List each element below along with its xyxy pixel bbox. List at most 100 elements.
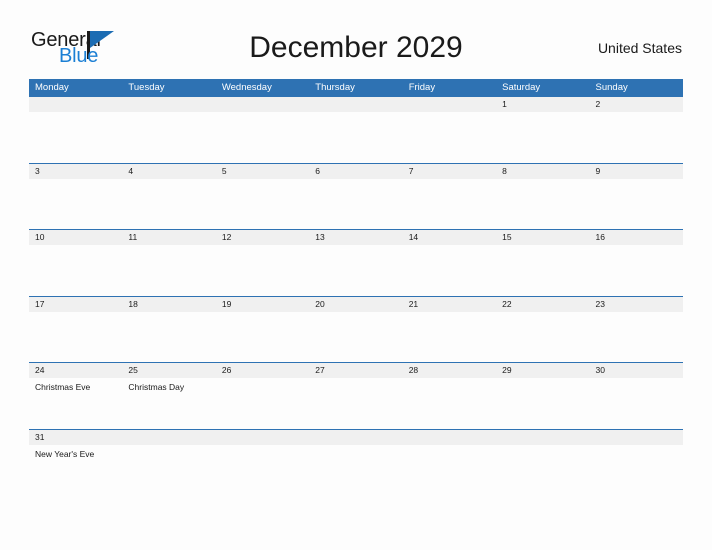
date-number[interactable]: 21 bbox=[403, 297, 496, 312]
date-number[interactable]: 26 bbox=[216, 363, 309, 378]
week-event-area bbox=[29, 112, 683, 163]
date-number[interactable] bbox=[403, 430, 496, 445]
date-number[interactable] bbox=[590, 430, 683, 445]
day-cell[interactable] bbox=[590, 112, 683, 163]
date-number[interactable]: 22 bbox=[496, 297, 589, 312]
date-number[interactable]: 3 bbox=[29, 164, 122, 179]
date-number[interactable] bbox=[216, 97, 309, 112]
day-cell[interactable] bbox=[216, 112, 309, 163]
event-label: Christmas Eve bbox=[35, 382, 91, 392]
calendar-grid: Monday Tuesday Wednesday Thursday Friday… bbox=[29, 79, 683, 489]
date-number[interactable]: 19 bbox=[216, 297, 309, 312]
day-cell[interactable] bbox=[29, 312, 122, 363]
date-number[interactable]: 16 bbox=[590, 230, 683, 245]
date-number[interactable]: 2 bbox=[590, 97, 683, 112]
day-cell[interactable] bbox=[216, 179, 309, 230]
date-number[interactable]: 27 bbox=[309, 363, 402, 378]
date-number[interactable]: 5 bbox=[216, 164, 309, 179]
date-number[interactable]: 18 bbox=[122, 297, 215, 312]
date-number[interactable]: 29 bbox=[496, 363, 589, 378]
day-cell[interactable] bbox=[29, 245, 122, 296]
day-header-saturday: Saturday bbox=[502, 82, 541, 93]
week-row: 10 11 12 13 14 15 16 bbox=[29, 229, 683, 296]
day-cell[interactable]: Christmas Day bbox=[122, 378, 215, 429]
date-number[interactable]: 6 bbox=[309, 164, 402, 179]
day-cell[interactable] bbox=[403, 445, 496, 489]
day-cell[interactable] bbox=[590, 312, 683, 363]
date-number[interactable] bbox=[29, 97, 122, 112]
date-number[interactable]: 9 bbox=[590, 164, 683, 179]
date-number[interactable] bbox=[496, 430, 589, 445]
day-cell[interactable] bbox=[216, 445, 309, 489]
day-cell[interactable] bbox=[216, 312, 309, 363]
day-cell[interactable] bbox=[590, 245, 683, 296]
day-cell[interactable] bbox=[590, 179, 683, 230]
date-number[interactable]: 23 bbox=[590, 297, 683, 312]
day-cell[interactable] bbox=[216, 245, 309, 296]
day-cell[interactable] bbox=[403, 378, 496, 429]
day-cell[interactable] bbox=[309, 312, 402, 363]
date-number[interactable]: 17 bbox=[29, 297, 122, 312]
week-date-numbers: 24 25 26 27 28 29 30 bbox=[29, 363, 683, 378]
date-number[interactable]: 15 bbox=[496, 230, 589, 245]
day-cell[interactable] bbox=[122, 179, 215, 230]
day-cell[interactable] bbox=[216, 378, 309, 429]
day-header-wednesday: Wednesday bbox=[221, 82, 272, 93]
day-cell[interactable]: Christmas Eve bbox=[29, 378, 122, 429]
date-number[interactable]: 28 bbox=[403, 363, 496, 378]
week-row: 31 New Year's Eve bbox=[29, 428, 683, 489]
day-cell[interactable]: New Year's Eve bbox=[29, 445, 122, 489]
date-number[interactable] bbox=[122, 97, 215, 112]
date-number[interactable] bbox=[309, 97, 402, 112]
date-number[interactable]: 30 bbox=[590, 363, 683, 378]
date-number[interactable]: 11 bbox=[122, 230, 215, 245]
day-cell[interactable] bbox=[496, 312, 589, 363]
day-cell[interactable] bbox=[122, 445, 215, 489]
date-number[interactable]: 13 bbox=[309, 230, 402, 245]
day-cell[interactable] bbox=[122, 312, 215, 363]
day-cell[interactable] bbox=[590, 378, 683, 429]
day-cell[interactable] bbox=[496, 445, 589, 489]
day-cell[interactable] bbox=[122, 112, 215, 163]
date-number[interactable]: 24 bbox=[29, 363, 122, 378]
day-cell[interactable] bbox=[309, 245, 402, 296]
day-cell[interactable] bbox=[309, 445, 402, 489]
week-date-numbers: 10 11 12 13 14 15 16 bbox=[29, 230, 683, 245]
day-cell[interactable] bbox=[29, 179, 122, 230]
day-cell[interactable] bbox=[29, 112, 122, 163]
day-cell[interactable] bbox=[496, 378, 589, 429]
date-number[interactable]: 14 bbox=[403, 230, 496, 245]
day-cell[interactable] bbox=[403, 312, 496, 363]
event-label: Christmas Day bbox=[128, 382, 185, 392]
date-number[interactable]: 7 bbox=[403, 164, 496, 179]
date-number[interactable]: 1 bbox=[496, 97, 589, 112]
date-number[interactable]: 25 bbox=[122, 363, 215, 378]
day-cell[interactable] bbox=[309, 112, 402, 163]
date-number[interactable] bbox=[122, 430, 215, 445]
week-event-area: Christmas Eve Christmas Day bbox=[29, 378, 683, 429]
day-cell[interactable] bbox=[309, 378, 402, 429]
date-number[interactable] bbox=[403, 97, 496, 112]
day-cell[interactable] bbox=[403, 112, 496, 163]
date-number[interactable]: 8 bbox=[496, 164, 589, 179]
date-number[interactable]: 31 bbox=[29, 430, 122, 445]
day-cell[interactable] bbox=[403, 179, 496, 230]
day-cell[interactable] bbox=[122, 245, 215, 296]
date-number[interactable] bbox=[216, 430, 309, 445]
day-cell[interactable] bbox=[496, 179, 589, 230]
date-number[interactable]: 20 bbox=[309, 297, 402, 312]
day-header-tuesday: Tuesday bbox=[128, 82, 165, 93]
date-number[interactable]: 4 bbox=[122, 164, 215, 179]
day-header-sunday: Sunday bbox=[595, 82, 628, 93]
day-cell[interactable] bbox=[590, 445, 683, 489]
date-number[interactable]: 12 bbox=[216, 230, 309, 245]
date-number[interactable] bbox=[309, 430, 402, 445]
week-event-area bbox=[29, 311, 683, 363]
day-cell[interactable] bbox=[403, 245, 496, 296]
day-header-friday: Friday bbox=[408, 82, 436, 93]
date-number[interactable]: 10 bbox=[29, 230, 122, 245]
day-cell[interactable] bbox=[496, 112, 589, 163]
day-cell[interactable] bbox=[309, 179, 402, 230]
day-cell[interactable] bbox=[496, 245, 589, 296]
country-label: United States bbox=[597, 40, 682, 56]
